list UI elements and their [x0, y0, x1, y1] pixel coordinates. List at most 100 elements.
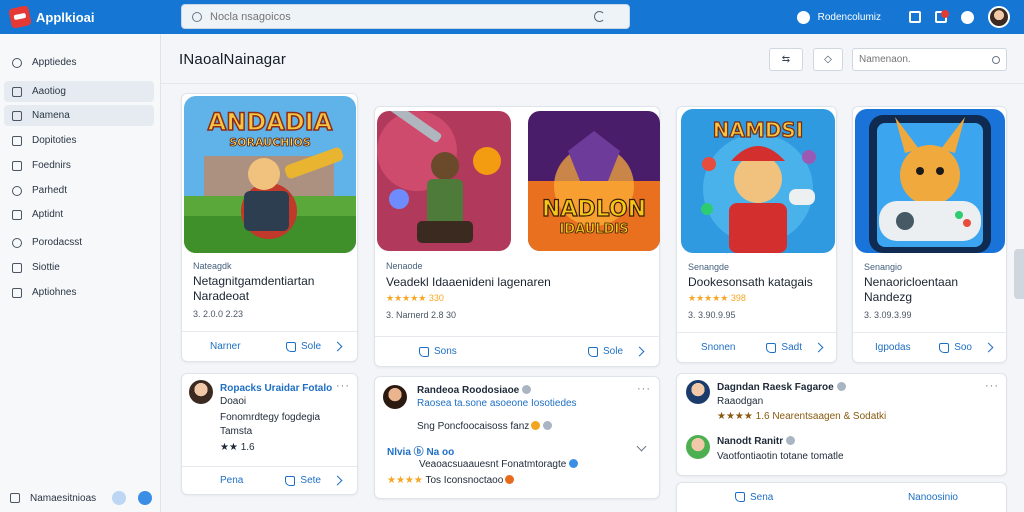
review-secondary-action[interactable]: Nanoosinio [908, 492, 958, 503]
sidebar-item-dopitoties[interactable]: Dopitoties [4, 130, 154, 151]
sidebar-item-label: Apptiedes [32, 57, 77, 68]
action-label: Igpodas [875, 342, 911, 353]
sidebar-item-parhedt[interactable]: Parhedt [4, 180, 154, 201]
app-primary-action[interactable]: Narner [210, 341, 241, 352]
more-options-icon[interactable]: ··· [336, 380, 350, 392]
sidebar-item-porodacsst[interactable]: Porodacsst [4, 232, 154, 253]
art-subtitle: IDAULDIS [559, 222, 628, 237]
reviewer-name-text: Dagndan Raesk Fagaroe [717, 382, 834, 393]
app-category: Nateagdk [193, 261, 232, 271]
chevron-right-icon [983, 342, 994, 353]
review-text: Nlvia ⓑ Na oo [387, 447, 455, 458]
app-secondary-action[interactable]: Soo [939, 342, 994, 353]
verified-icon [522, 385, 532, 394]
more-options-icon[interactable]: ··· [637, 383, 651, 395]
home-icon [12, 86, 22, 97]
app-logo[interactable]: Applkioai [8, 5, 180, 29]
reviewer-name[interactable]: Randeoa Roodosiaoe [417, 385, 532, 396]
review-text: Tamsta [220, 426, 253, 437]
collapse-button[interactable] [138, 491, 152, 505]
action-label: Sena [750, 491, 774, 503]
app-card[interactable]: ANDADIA SORAUCHIOS Nateagdk Netagnitgamd… [181, 93, 358, 362]
action-label: Sadt [781, 342, 802, 353]
review-rating: ★★ 1.6 [220, 442, 255, 453]
logo-text: Applkioai [36, 9, 95, 25]
sidebar-item-siottie[interactable]: Siottie [4, 257, 154, 278]
review-text: Fonomrdtegy fogdegia [220, 412, 321, 423]
review-text: Veaoacsuaauesnt Fonatmtoragte [419, 459, 579, 470]
app-name[interactable]: Veadekl Idaaenideni lagenaren [386, 275, 656, 290]
avatar[interactable] [686, 380, 710, 404]
doc-icon [12, 287, 22, 298]
app-name[interactable]: Nenaoricloentaan Nandezg [864, 275, 1004, 305]
search-input[interactable] [210, 10, 580, 23]
action-label: Nanoosinio [907, 491, 958, 503]
sidebar-item-label: Siottie [32, 262, 60, 273]
search-icon [992, 55, 1000, 64]
app-artwork: ANDADIA SORAUCHIOS [184, 96, 356, 253]
verified-icon [569, 459, 579, 468]
avatar[interactable] [686, 435, 710, 459]
review-subtitle: Doaoi [220, 396, 247, 407]
sidebar-item-namena[interactable]: Namena [4, 105, 154, 126]
app-primary-action[interactable]: Snonen [701, 342, 735, 353]
user-avatar[interactable] [988, 6, 1010, 28]
thumb-up-icon [939, 342, 950, 353]
app-card[interactable]: NAMDSI Senangde Dookesonsath katagais ★★… [676, 106, 837, 363]
app-name[interactable]: Netagnitgamdentiartan Naradeoat [193, 274, 353, 304]
avatar[interactable] [383, 385, 407, 409]
app-name[interactable]: Dookesonsath katagais [688, 275, 834, 290]
compass-icon [12, 57, 22, 68]
notifications-link[interactable]: Rodencolumiz [796, 10, 881, 24]
global-search[interactable] [181, 4, 630, 29]
app-actions: Igpodas Soo [853, 332, 1006, 362]
main-search[interactable] [852, 48, 1007, 71]
review-text: Vaotfontiaotin totane tomatle [717, 451, 844, 462]
bell-icon[interactable] [935, 10, 949, 23]
review-actions-bar: Sena Nanoosinio [676, 482, 1007, 512]
thumb-up-icon [587, 346, 598, 357]
app-category: Senangio [864, 262, 903, 272]
app-card[interactable]: Senangio Nenaoricloentaan Nandezg 3. 3.0… [852, 106, 1007, 363]
grid-icon[interactable] [909, 11, 921, 23]
more-options-icon[interactable]: ··· [985, 380, 999, 392]
sidebar-item-aptiohnes[interactable]: Aptiohnes [4, 282, 154, 303]
action-label: Pena [220, 475, 244, 486]
sidebar-item-apptiedes[interactable]: Apptiedes [4, 52, 154, 73]
app-rating: ★★★★★ 330 [386, 293, 444, 303]
reviewer-name[interactable]: Nanodt Ranitr [717, 436, 796, 447]
sidebar-item-foednirs[interactable]: Foednirs [4, 155, 154, 176]
app-primary-action[interactable]: Sons [419, 346, 457, 357]
review-subtitle: Raosea ta.sone asoeone Iosotiedes [417, 398, 577, 409]
chevron-down-icon[interactable] [636, 441, 647, 452]
review-primary-action[interactable]: Pena [220, 475, 243, 486]
app-secondary-action[interactable]: Sole [285, 341, 343, 352]
reviewer-name[interactable]: Dagndan Raesk Fagaroe [717, 382, 846, 393]
scrollbar-handle[interactable] [1014, 249, 1024, 299]
sidebar-item-label: Dopitoties [32, 135, 77, 146]
action-label: Sete [300, 475, 321, 486]
review-rating: ★★★★ 1.6 Nearentsaagen & Sodatki [717, 411, 887, 422]
chevron-right-icon [332, 475, 343, 486]
app-actions: Narner Sole [182, 331, 357, 361]
app-card[interactable]: NADLON IDAULDIS Nenaode Veadekl Idaaenid… [374, 106, 660, 367]
sidebar-item-aaotiog[interactable]: Aaotiog [4, 81, 154, 102]
sort-button[interactable]: ⇆ [769, 48, 803, 71]
app-rating: ★★★★★ 398 [688, 293, 746, 303]
review-primary-action[interactable]: Sena [735, 492, 773, 503]
camera-icon[interactable] [961, 10, 974, 24]
filter-button[interactable]: ◇ [813, 48, 843, 71]
app-secondary-action[interactable]: Sadt [766, 342, 824, 353]
help-button[interactable] [112, 491, 126, 505]
app-secondary-action[interactable]: Sole [587, 346, 645, 357]
avatar[interactable] [189, 380, 213, 404]
app-primary-action[interactable]: Igpodas [875, 342, 911, 353]
app-category: Nenaode [386, 261, 423, 271]
review-secondary-action[interactable]: Sete [285, 475, 343, 486]
emoji-icon [531, 421, 541, 430]
top-link-label: Rodencolumiz [817, 11, 881, 23]
main-search-input[interactable] [859, 54, 984, 65]
app-version: 3. Narnerd 2.8 30 [386, 310, 457, 320]
reviewer-name[interactable]: Ropacks Uraidar Fotalo [220, 383, 332, 394]
sidebar-item-aptidnt[interactable]: Aptidnt [4, 204, 154, 225]
